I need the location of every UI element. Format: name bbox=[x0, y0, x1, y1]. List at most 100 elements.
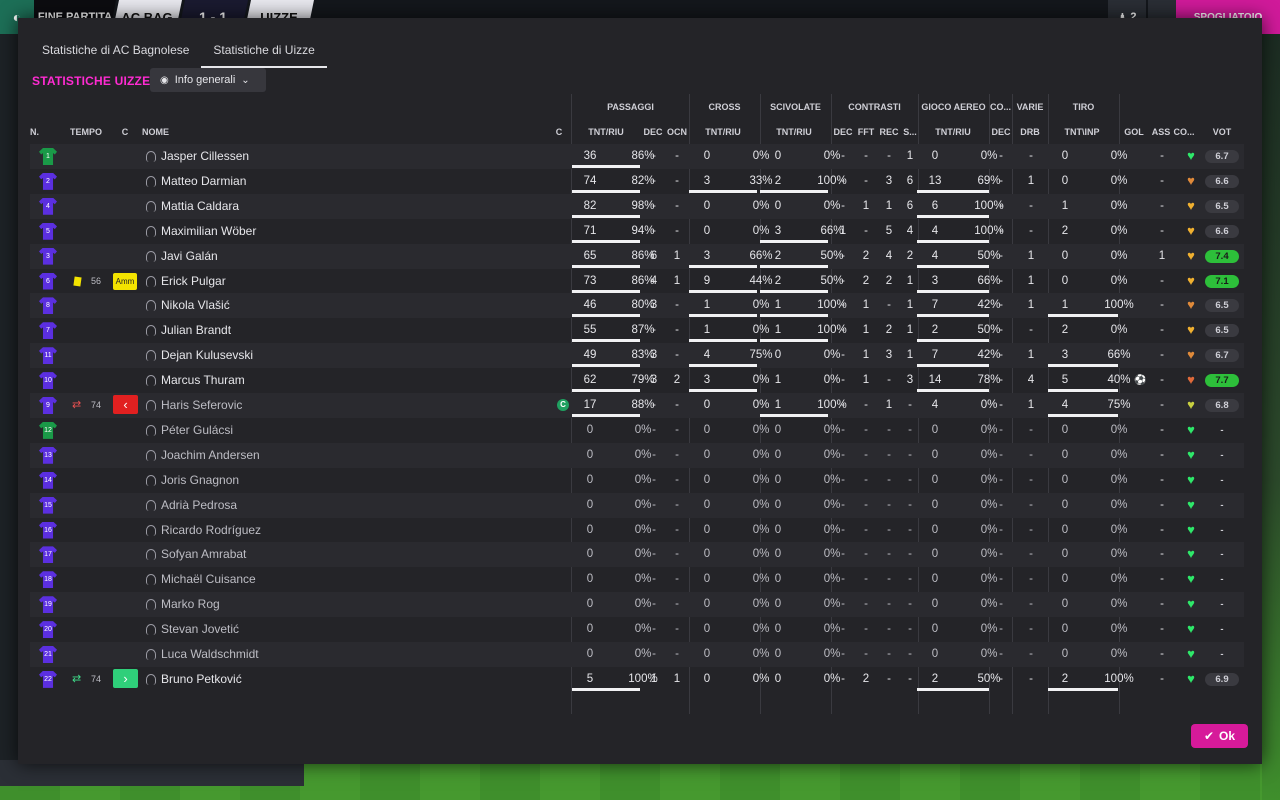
player-name[interactable]: Matteo Darmian bbox=[161, 169, 246, 194]
player-name[interactable]: Erick Pulgar bbox=[161, 269, 226, 294]
column-header-ass[interactable]: ASS bbox=[1150, 127, 1172, 137]
player-profile-icon bbox=[146, 599, 156, 611]
column-header-cross-tr[interactable]: TNT/RIU bbox=[693, 127, 753, 137]
player-name[interactable]: Stevan Jovetić bbox=[161, 617, 239, 642]
player-profile-icon bbox=[146, 275, 156, 287]
dribbles: - bbox=[1029, 648, 1033, 660]
ok-button[interactable]: ✔ Ok bbox=[1191, 724, 1248, 748]
condition-heart-icon: ♥ bbox=[1187, 646, 1195, 661]
column-header-co-dec[interactable]: DEC bbox=[990, 127, 1012, 137]
table-row[interactable]: 19 Marko Rog 0 0% - -0 0% 0 0% - - - -0 0% - -0 0% - ♥ - bbox=[30, 592, 1244, 618]
table-row[interactable]: 5 Maximilian Wöber 71 94% - -0 0% 3 66% 1-5 4 4 100%… bbox=[30, 219, 1244, 244]
duels-stat: 1 bbox=[862, 199, 870, 212]
player-name[interactable]: Péter Gulácsi bbox=[161, 418, 233, 443]
table-row[interactable]: 18 Michaël Cuisance 0 0% - -0 0% 0 0% - - - -0 0% - -0 0… bbox=[30, 567, 1244, 592]
player-name[interactable]: Marcus Thuram bbox=[161, 368, 245, 393]
player-profile-icon bbox=[146, 175, 156, 187]
player-name[interactable]: Joris Gnagnon bbox=[161, 468, 239, 493]
player-name[interactable]: Joachim Andersen bbox=[161, 443, 260, 468]
column-header-con-s[interactable]: S... bbox=[899, 127, 921, 137]
player-name[interactable]: Luca Waldschmidt bbox=[161, 642, 259, 667]
table-row[interactable]: 22 ⇄ 74 › Bruno Petković 5 100% 1 1 0 0% 0 0% -2- -2 50… bbox=[30, 667, 1244, 692]
table-row[interactable]: 13 Joachim Andersen 0 0% - -0 0% 0 0% - - - -0 0% - -0 0… bbox=[30, 442, 1244, 468]
table-row[interactable]: 2 Matteo Darmian 74 82% - -3 33% 2 100% - -3 6 13 69%… bbox=[30, 169, 1244, 194]
table-row[interactable]: 21 Luca Waldschmidt 0 0% - -0 0% 0 0% - - - -0 0% - -0 0… bbox=[30, 642, 1244, 667]
assists: - bbox=[1160, 423, 1164, 436]
crosses-attempted: 0 bbox=[703, 423, 711, 436]
table-row[interactable]: 14 Joris Gnagnon 0 0% - -0 0% 0 0% - - - -0 0% - -0 0% - ♥… bbox=[30, 468, 1244, 493]
dribbles: 1 bbox=[1027, 249, 1035, 262]
tackles-bar bbox=[760, 189, 828, 193]
table-row[interactable]: 7 Julian Brandt 55 87% - -1 0% 1 100% -1 2 1 2 50% - -2… bbox=[30, 318, 1244, 343]
passes-attempted: 0 bbox=[586, 648, 594, 660]
column-header-vot[interactable]: VOT bbox=[1205, 127, 1239, 137]
table-row[interactable]: 12 Péter Gulácsi 0 0% - -0 0% 0 0% - - - -0 0% - -0 0% - ♥… bbox=[30, 418, 1244, 443]
chances-created: - bbox=[675, 598, 679, 611]
player-profile-icon bbox=[146, 300, 156, 312]
column-header-tempo[interactable]: TEMPO bbox=[66, 127, 106, 137]
player-name[interactable]: Maximilian Wöber bbox=[161, 219, 256, 244]
table-row[interactable]: 6 56 Amm Erick Pulgar 73 86% 4 1 9 44% 2 50% -2 2 1 3 66… bbox=[30, 269, 1244, 294]
tackles-attempted: 0 bbox=[774, 573, 782, 586]
dribbles: - bbox=[1029, 324, 1033, 337]
player-name[interactable]: Javi Galán bbox=[161, 244, 218, 269]
column-header-sciv-tr[interactable]: TNT/RIU bbox=[764, 127, 824, 137]
table-row[interactable]: 10 Marcus Thuram 62 79% 3 2 3 0% 1 0% -1-3 14 78% -4 5… bbox=[30, 368, 1244, 393]
duels-stat: - bbox=[841, 623, 845, 636]
shots-attempted: 0 bbox=[1061, 498, 1069, 511]
player-name[interactable]: Nikola Vlašić bbox=[161, 293, 230, 318]
player-name[interactable]: Jasper Cillessen bbox=[161, 144, 249, 169]
table-row[interactable]: 16 Ricardo Rodríguez 0 0% - -0 0% 0 0% - - - -0 0% - -0… bbox=[30, 518, 1244, 543]
duels-stat: - bbox=[841, 299, 845, 312]
column-header-nome[interactable]: NOME bbox=[142, 127, 202, 137]
column-header-pass-dec[interactable]: DEC bbox=[642, 127, 664, 137]
player-name[interactable]: Michaël Cuisance bbox=[161, 567, 256, 592]
tackles-attempted: 0 bbox=[774, 199, 782, 212]
table-row[interactable]: 9 ⇄ 74 ‹ Haris Seferovic C 17 88% - -0 0% 1 100% - -1-… bbox=[30, 393, 1244, 418]
player-name[interactable]: Bruno Petković bbox=[161, 667, 242, 692]
column-header-con-rec[interactable]: REC bbox=[878, 127, 900, 137]
shots-attempted: 0 bbox=[1061, 423, 1069, 436]
player-name[interactable]: Sofyan Amrabat bbox=[161, 542, 246, 567]
duels-stat: - bbox=[841, 672, 845, 685]
player-name[interactable]: Julian Brandt bbox=[161, 318, 231, 343]
column-header-con-dec[interactable]: DEC bbox=[832, 127, 854, 137]
player-name[interactable]: Adrià Pedrosa bbox=[161, 493, 237, 518]
clearances-decisive: - bbox=[999, 249, 1003, 262]
duels-stat: - bbox=[864, 598, 868, 611]
column-header-tiro-ti[interactable]: TNT\INP bbox=[1052, 127, 1112, 137]
table-row[interactable]: 1 Jasper Cillessen 36 86% - -0 0% 0 0% - - -1 0 0% - -0… bbox=[30, 144, 1244, 169]
table-row[interactable]: 20 Stevan Jovetić 0 0% - -0 0% 0 0% - - - -0 0% - -0 0% -… bbox=[30, 617, 1244, 642]
column-header-cap[interactable]: C bbox=[553, 127, 565, 137]
column-header-gol[interactable]: GOL bbox=[1123, 127, 1145, 137]
column-header-cond[interactable]: CO... bbox=[1172, 127, 1196, 137]
player-name[interactable]: Ricardo Rodríguez bbox=[161, 518, 261, 543]
duels-stat: - bbox=[908, 573, 912, 586]
column-header-varie-drb[interactable]: DRB bbox=[1018, 127, 1042, 137]
table-row[interactable]: 4 Mattia Caldara 82 98% - -0 0% 0 0% -1 1 6 6 100% - -1… bbox=[30, 193, 1244, 219]
column-header-aereo-tr[interactable]: TNT/RIU bbox=[922, 127, 984, 137]
player-name[interactable]: Mattia Caldara bbox=[161, 194, 239, 219]
passes-bar bbox=[572, 687, 640, 691]
chances-created: - bbox=[675, 523, 679, 536]
column-header-pass-tr[interactable]: TNT/RIU bbox=[576, 127, 636, 137]
column-header-n[interactable]: N. bbox=[30, 127, 50, 137]
shots-bar bbox=[1048, 414, 1118, 417]
column-header-c[interactable]: C bbox=[118, 127, 132, 137]
table-row[interactable]: 17 Sofyan Amrabat 0 0% - -0 0% 0 0% - - - -0 0% - -0 0% -… bbox=[30, 542, 1244, 568]
table-row[interactable]: 8 Nikola Vlašić 46 80% 3-1 0% 1 100% -1-1 7 42% -1 1… bbox=[30, 293, 1244, 319]
shirt-number-icon: 7 bbox=[39, 322, 57, 340]
tackles-attempted: 0 bbox=[774, 548, 782, 561]
tackles-attempted: 1 bbox=[774, 374, 782, 387]
player-name[interactable]: Haris Seferovic bbox=[161, 393, 242, 418]
table-row[interactable]: 15 Adrià Pedrosa 0 0% - -0 0% 0 0% - - - -0 0% - -0 0% - ♥… bbox=[30, 492, 1244, 518]
headers-attempted: 0 bbox=[931, 423, 939, 436]
column-header-con-fft[interactable]: FFT bbox=[855, 127, 877, 137]
table-row[interactable]: 3 Javi Galán 65 86% 6 1 3 66% 2 50% -2 4 2 4 50% -1 0 0% 1… bbox=[30, 243, 1244, 269]
ok-label: Ok bbox=[1219, 729, 1236, 743]
table-row[interactable]: 11 Dejan Kulusevski 49 83% 3-4 75% 0 0% -1 3 1 7 42%… bbox=[30, 343, 1244, 369]
player-name[interactable]: Dejan Kulusevski bbox=[161, 343, 253, 368]
chances-created: - bbox=[675, 498, 679, 511]
column-header-pass-ocn[interactable]: OCN bbox=[666, 127, 688, 137]
player-name[interactable]: Marko Rog bbox=[161, 592, 220, 617]
